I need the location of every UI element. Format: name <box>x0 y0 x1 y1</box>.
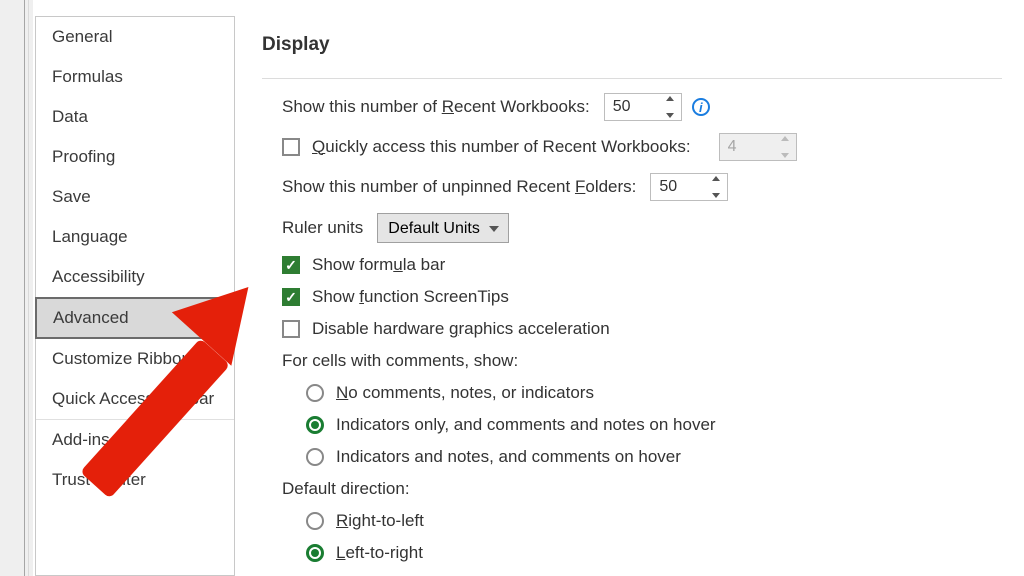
label-comments-none: No comments, notes, or indicators <box>336 383 594 403</box>
radio-ltr[interactable] <box>306 544 324 562</box>
checkbox-screentips[interactable] <box>282 288 300 306</box>
radio-rtl[interactable] <box>306 512 324 530</box>
radio-comments-indicators-and-notes[interactable] <box>306 448 324 466</box>
row-comments-header: For cells with comments, show: <box>262 351 1002 371</box>
sidebar-item-formulas[interactable]: Formulas <box>36 57 234 97</box>
row-direction-rtl: Right-to-left <box>262 511 1002 531</box>
label-rtl: Right-to-left <box>336 511 424 531</box>
row-direction-ltr: Left-to-right <box>262 543 1002 563</box>
row-comments-opt-0: No comments, notes, or indicators <box>262 383 1002 403</box>
main-panel: Display Show this number of Recent Workb… <box>262 34 1002 575</box>
row-screentips: Show function ScreenTips <box>262 287 1002 307</box>
spinner-buttons[interactable] <box>712 176 724 198</box>
label-quick-access: Quickly access this number of Recent Wor… <box>312 137 691 157</box>
sidebar-item-language[interactable]: Language <box>36 217 234 257</box>
row-comments-opt-2: Indicators and notes, and comments on ho… <box>262 447 1002 467</box>
select-ruler-units[interactable]: Default Units <box>377 213 509 243</box>
sidebar-item-save[interactable]: Save <box>36 177 234 217</box>
row-hw-accel: Disable hardware graphics acceleration <box>262 319 1002 339</box>
sidebar-item-quick-access-toolbar[interactable]: Quick Access Toolbar <box>36 379 234 419</box>
info-icon[interactable]: i <box>692 98 710 116</box>
section-divider <box>262 78 1002 79</box>
label-screentips: Show function ScreenTips <box>312 287 509 307</box>
label-ruler-units: Ruler units <box>282 218 363 238</box>
checkbox-quick-access[interactable] <box>282 138 300 156</box>
section-title-display: Display <box>262 34 1002 56</box>
label-ltr: Left-to-right <box>336 543 423 563</box>
row-comments-opt-1: Indicators only, and comments and notes … <box>262 415 1002 435</box>
label-comments-indicators-only: Indicators only, and comments and notes … <box>336 415 716 435</box>
radio-comments-none[interactable] <box>306 384 324 402</box>
sidebar-item-customize-ribbon[interactable]: Customize Ribbon <box>36 339 234 379</box>
row-recent-workbooks: Show this number of Recent Workbooks: i <box>262 93 1002 121</box>
sidebar-item-data[interactable]: Data <box>36 97 234 137</box>
sidebar-item-advanced[interactable]: Advanced <box>35 297 235 339</box>
worksheet-edge-line2 <box>28 0 29 576</box>
label-recent-workbooks: Show this number of Recent Workbooks: <box>282 97 590 117</box>
label-direction-header: Default direction: <box>282 479 410 499</box>
label-formula-bar: Show formula bar <box>312 255 445 275</box>
row-direction-header: Default direction: <box>262 479 1002 499</box>
label-recent-folders: Show this number of unpinned Recent Fold… <box>282 177 636 197</box>
sidebar-item-add-ins[interactable]: Add-ins <box>36 420 234 460</box>
sidebar-item-proofing[interactable]: Proofing <box>36 137 234 177</box>
spinner-buttons[interactable] <box>666 96 678 118</box>
label-hw-accel: Disable hardware graphics acceleration <box>312 319 610 339</box>
row-ruler-units: Ruler units Default Units <box>262 213 1002 243</box>
worksheet-edge-line <box>24 0 25 576</box>
options-category-sidebar: General Formulas Data Proofing Save Lang… <box>35 16 235 576</box>
label-comments-header: For cells with comments, show: <box>282 351 518 371</box>
row-quick-access: Quickly access this number of Recent Wor… <box>262 133 1002 161</box>
label-comments-indicators-and-notes: Indicators and notes, and comments on ho… <box>336 447 681 467</box>
sidebar-item-general[interactable]: General <box>36 17 234 57</box>
row-recent-folders: Show this number of unpinned Recent Fold… <box>262 173 1002 201</box>
checkbox-hw-accel[interactable] <box>282 320 300 338</box>
radio-comments-indicators-only[interactable] <box>306 416 324 434</box>
row-formula-bar: Show formula bar <box>262 255 1002 275</box>
sidebar-item-trust-center[interactable]: Trust Center <box>36 460 234 500</box>
sidebar-item-accessibility[interactable]: Accessibility <box>36 257 234 297</box>
spinner-buttons-disabled <box>781 136 793 158</box>
checkbox-formula-bar[interactable] <box>282 256 300 274</box>
